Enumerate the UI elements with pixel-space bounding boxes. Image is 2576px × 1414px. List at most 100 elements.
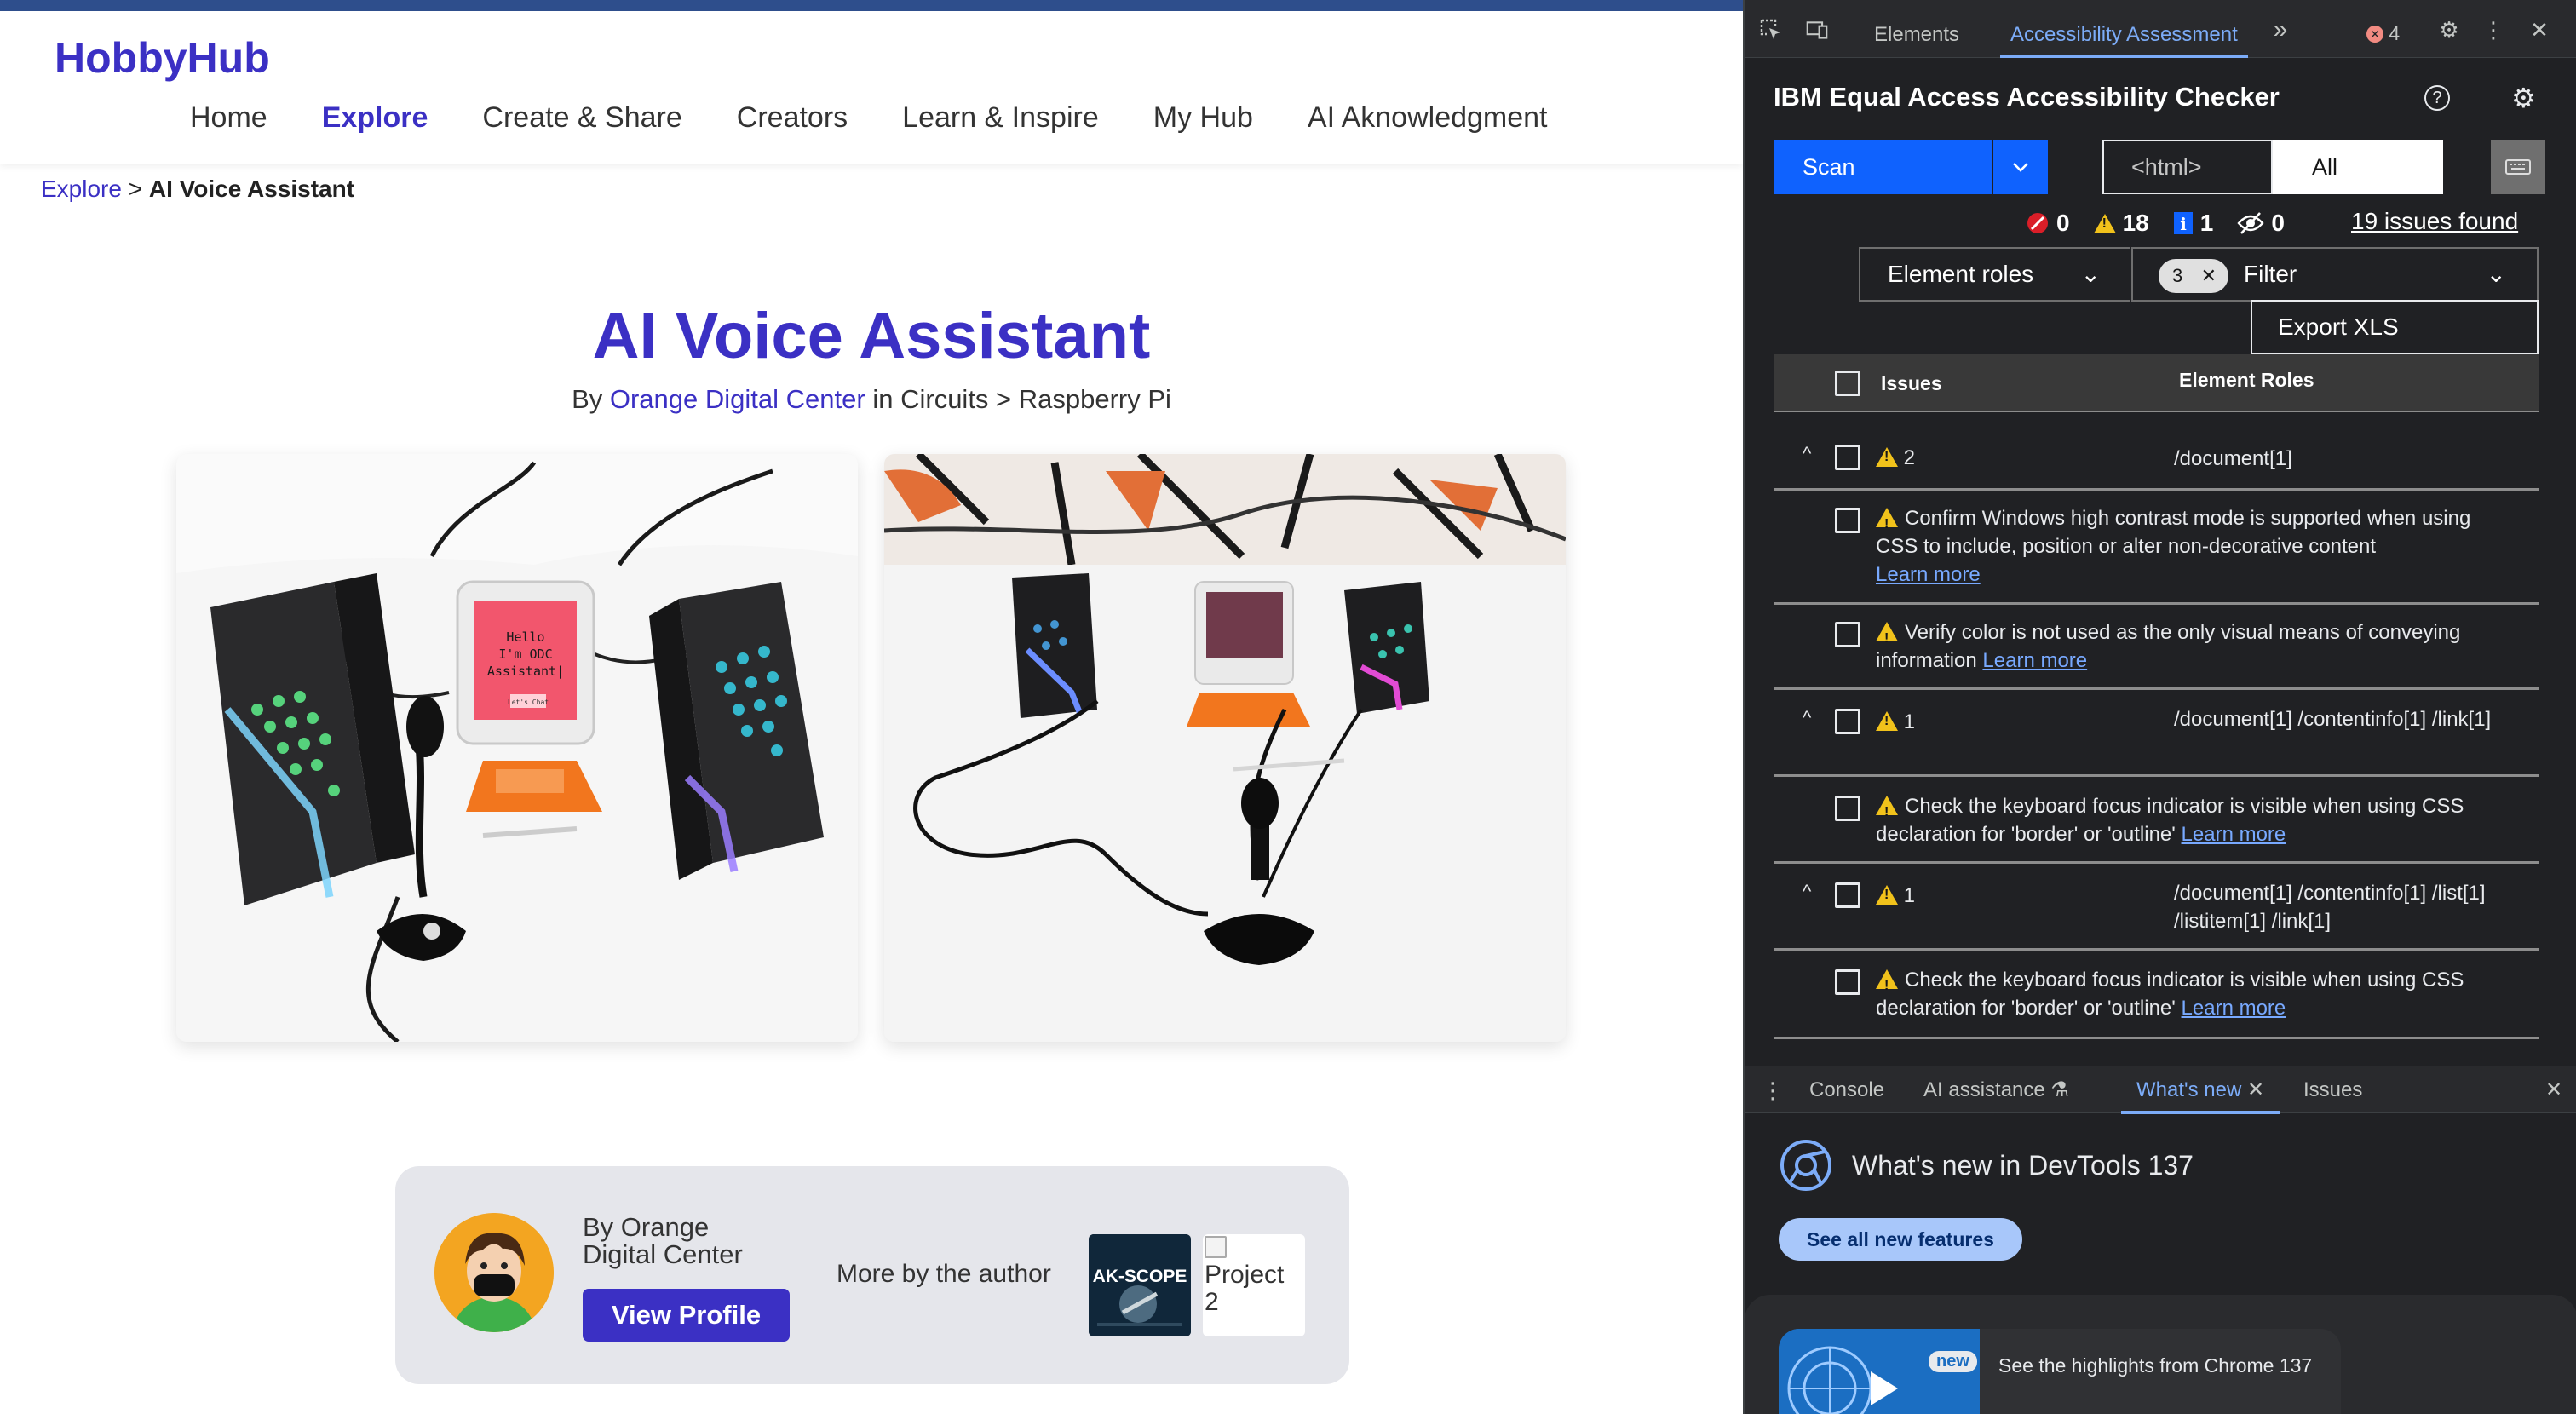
group-count-value: 2: [1903, 446, 1916, 469]
rule-set-selector[interactable]: All: [2273, 140, 2443, 194]
see-all-features-button[interactable]: See all new features: [1779, 1218, 2022, 1261]
error-icon: ✕: [2366, 26, 2383, 43]
issue-row[interactable]: Check the keyboard focus indicator is vi…: [1774, 951, 2539, 1039]
error-count-badge[interactable]: ✕ 4: [2366, 22, 2400, 45]
project-photo-1[interactable]: Hello I'm ODC Assistant| Let's Chat: [176, 454, 858, 1042]
nav-ai-acknowledgment[interactable]: AI Aknowledgment: [1308, 101, 1548, 135]
author-link[interactable]: Orange Digital Center: [610, 384, 865, 414]
group-by-label: Element roles: [1888, 261, 2034, 287]
author-avatar[interactable]: [434, 1213, 554, 1332]
issues-found-link[interactable]: 19 issues found: [2351, 208, 2518, 235]
filter-tag[interactable]: 3 ✕: [2159, 259, 2228, 293]
project-photo-2[interactable]: [884, 454, 1566, 1042]
page-content: HobbyHub Home Explore Create & Share Cre…: [0, 11, 1743, 1414]
export-xls-button[interactable]: Export XLS: [2251, 300, 2539, 354]
highlights-card[interactable]: new See the highlights from Chrome 137: [1779, 1329, 2341, 1414]
devtools-logo-icon: [1780, 1140, 1831, 1191]
warnings-count-value: 18: [2122, 210, 2149, 236]
keyboard-checker-icon[interactable]: [2491, 140, 2545, 194]
close-drawer-icon[interactable]: ✕: [2545, 1066, 2562, 1114]
issue-checkbox[interactable]: [1835, 508, 1860, 533]
breadcrumb: Explore > AI Voice Assistant: [41, 175, 354, 203]
collapse-caret-icon[interactable]: ^: [1803, 707, 1811, 729]
issue-group-row[interactable]: ^ 1 /document[1] /contentinfo[1] /list[1…: [1774, 864, 2539, 951]
nav-learn-inspire[interactable]: Learn & Inspire: [902, 101, 1099, 135]
issue-row[interactable]: Confirm Windows high contrast mode is su…: [1774, 491, 2539, 605]
kebab-menu-icon[interactable]: ⋮: [2482, 17, 2504, 43]
drawer-tab-whats-new[interactable]: What's new ✕: [2121, 1066, 2280, 1114]
drawer-tab-ai-assistance[interactable]: AI assistance ⚗: [1923, 1066, 2069, 1114]
clear-filter-icon[interactable]: ✕: [2201, 259, 2217, 293]
issue-checkbox[interactable]: [1835, 622, 1860, 647]
group-element-role: /document[1] /contentinfo[1] /list[1] /l…: [2174, 882, 2486, 933]
device-toolbar-icon[interactable]: [1806, 19, 1828, 41]
breadcrumb-explore-link[interactable]: Explore: [41, 175, 122, 202]
settings-gear-icon[interactable]: ⚙: [2438, 17, 2460, 43]
site-logo[interactable]: HobbyHub: [55, 33, 270, 83]
nav-my-hub[interactable]: My Hub: [1153, 101, 1253, 135]
issue-group-row[interactable]: ^ 2 /document[1]: [1774, 429, 2539, 491]
violations-count[interactable]: 0: [2026, 210, 2070, 237]
group-by-dropdown[interactable]: Element roles ⌄: [1859, 247, 2130, 302]
device-screen-line-3: Assistant|: [487, 664, 564, 679]
hidden-count[interactable]: 0: [2237, 210, 2285, 237]
issue-row[interactable]: Check the keyboard focus indicator is vi…: [1774, 777, 2539, 864]
checker-settings-icon[interactable]: ⚙: [2511, 82, 2536, 114]
drawer-tab-console[interactable]: Console: [1809, 1066, 1884, 1114]
scan-button[interactable]: Scan: [1774, 140, 1992, 194]
issue-group-row[interactable]: ^ 1 /document[1] /contentinfo[1] /link[1…: [1774, 690, 2539, 777]
eye-slash-icon: [2237, 212, 2264, 234]
help-icon[interactable]: ?: [2424, 85, 2450, 111]
collapse-caret-icon[interactable]: ^: [1803, 443, 1811, 465]
issue-checkbox[interactable]: [1835, 969, 1860, 995]
learn-more-link[interactable]: Learn more: [2182, 997, 2286, 1020]
collapse-caret-icon[interactable]: ^: [1803, 881, 1811, 903]
more-tabs-icon[interactable]: »: [2269, 15, 2291, 43]
byline-in: in: [872, 384, 894, 414]
issues-column-header: Issues: [1881, 372, 1942, 394]
view-profile-button[interactable]: View Profile: [583, 1289, 790, 1342]
filter-placeholder: Filter: [2244, 261, 2297, 287]
drawer-tab-issues[interactable]: Issues: [2303, 1066, 2362, 1114]
drawer-menu-icon[interactable]: ⋮: [1762, 1066, 1784, 1114]
scope-selector[interactable]: <html>: [2102, 140, 2273, 194]
author-card: By Orange Digital Center View Profile Mo…: [395, 1166, 1349, 1384]
learn-more-link[interactable]: Learn more: [1876, 563, 1981, 586]
nav-explore[interactable]: Explore: [322, 101, 428, 135]
thumb-1-title: AK-SCOPE: [1093, 1267, 1187, 1286]
issue-row[interactable]: Verify color is not used as the only vis…: [1774, 605, 2539, 690]
filter-dropdown[interactable]: 3 ✕ Filter ⌄: [2131, 247, 2539, 302]
roles-column-header: Element Roles: [2179, 369, 2314, 391]
inspect-element-icon[interactable]: [1760, 19, 1782, 41]
group-checkbox[interactable]: [1835, 445, 1860, 470]
nav-creators[interactable]: Creators: [737, 101, 848, 135]
filter-tag-count: 3: [2172, 265, 2183, 286]
group-checkbox[interactable]: [1835, 709, 1860, 734]
info-count[interactable]: i 1: [2173, 210, 2214, 237]
group-element-role: /document[1]: [2174, 447, 2292, 470]
flask-icon: ⚗: [2050, 1078, 2069, 1101]
close-tab-icon[interactable]: ✕: [2247, 1078, 2264, 1101]
more-project-thumb-2[interactable]: Project 2: [1203, 1234, 1305, 1336]
more-by-author-label: More by the author: [837, 1260, 1051, 1288]
select-all-checkbox[interactable]: [1835, 371, 1860, 396]
issue-message: Verify color is not used as the only vis…: [1876, 618, 2489, 675]
project-title: AI Voice Assistant: [592, 300, 1151, 372]
violation-icon: [2027, 213, 2048, 233]
learn-more-link[interactable]: Learn more: [1982, 649, 2087, 672]
scan-options-dropdown[interactable]: [1993, 140, 2048, 194]
close-devtools-icon[interactable]: ✕: [2528, 17, 2550, 43]
nav-home[interactable]: Home: [190, 101, 267, 135]
group-count: 1: [1876, 710, 1915, 734]
tab-elements[interactable]: Elements: [1874, 0, 1959, 58]
group-count-value: 1: [1903, 884, 1916, 907]
tab-accessibility-assessment[interactable]: Accessibility Assessment: [2000, 0, 2248, 58]
learn-more-link[interactable]: Learn more: [2182, 823, 2286, 846]
info-count-value: 1: [2199, 210, 2214, 236]
nav-create-share[interactable]: Create & Share: [482, 101, 681, 135]
warnings-count[interactable]: 18: [2093, 210, 2149, 237]
warning-icon: [2093, 213, 2116, 233]
more-project-thumb-1[interactable]: AK-SCOPE: [1089, 1234, 1191, 1336]
issue-checkbox[interactable]: [1835, 796, 1860, 821]
group-checkbox[interactable]: [1835, 882, 1860, 908]
